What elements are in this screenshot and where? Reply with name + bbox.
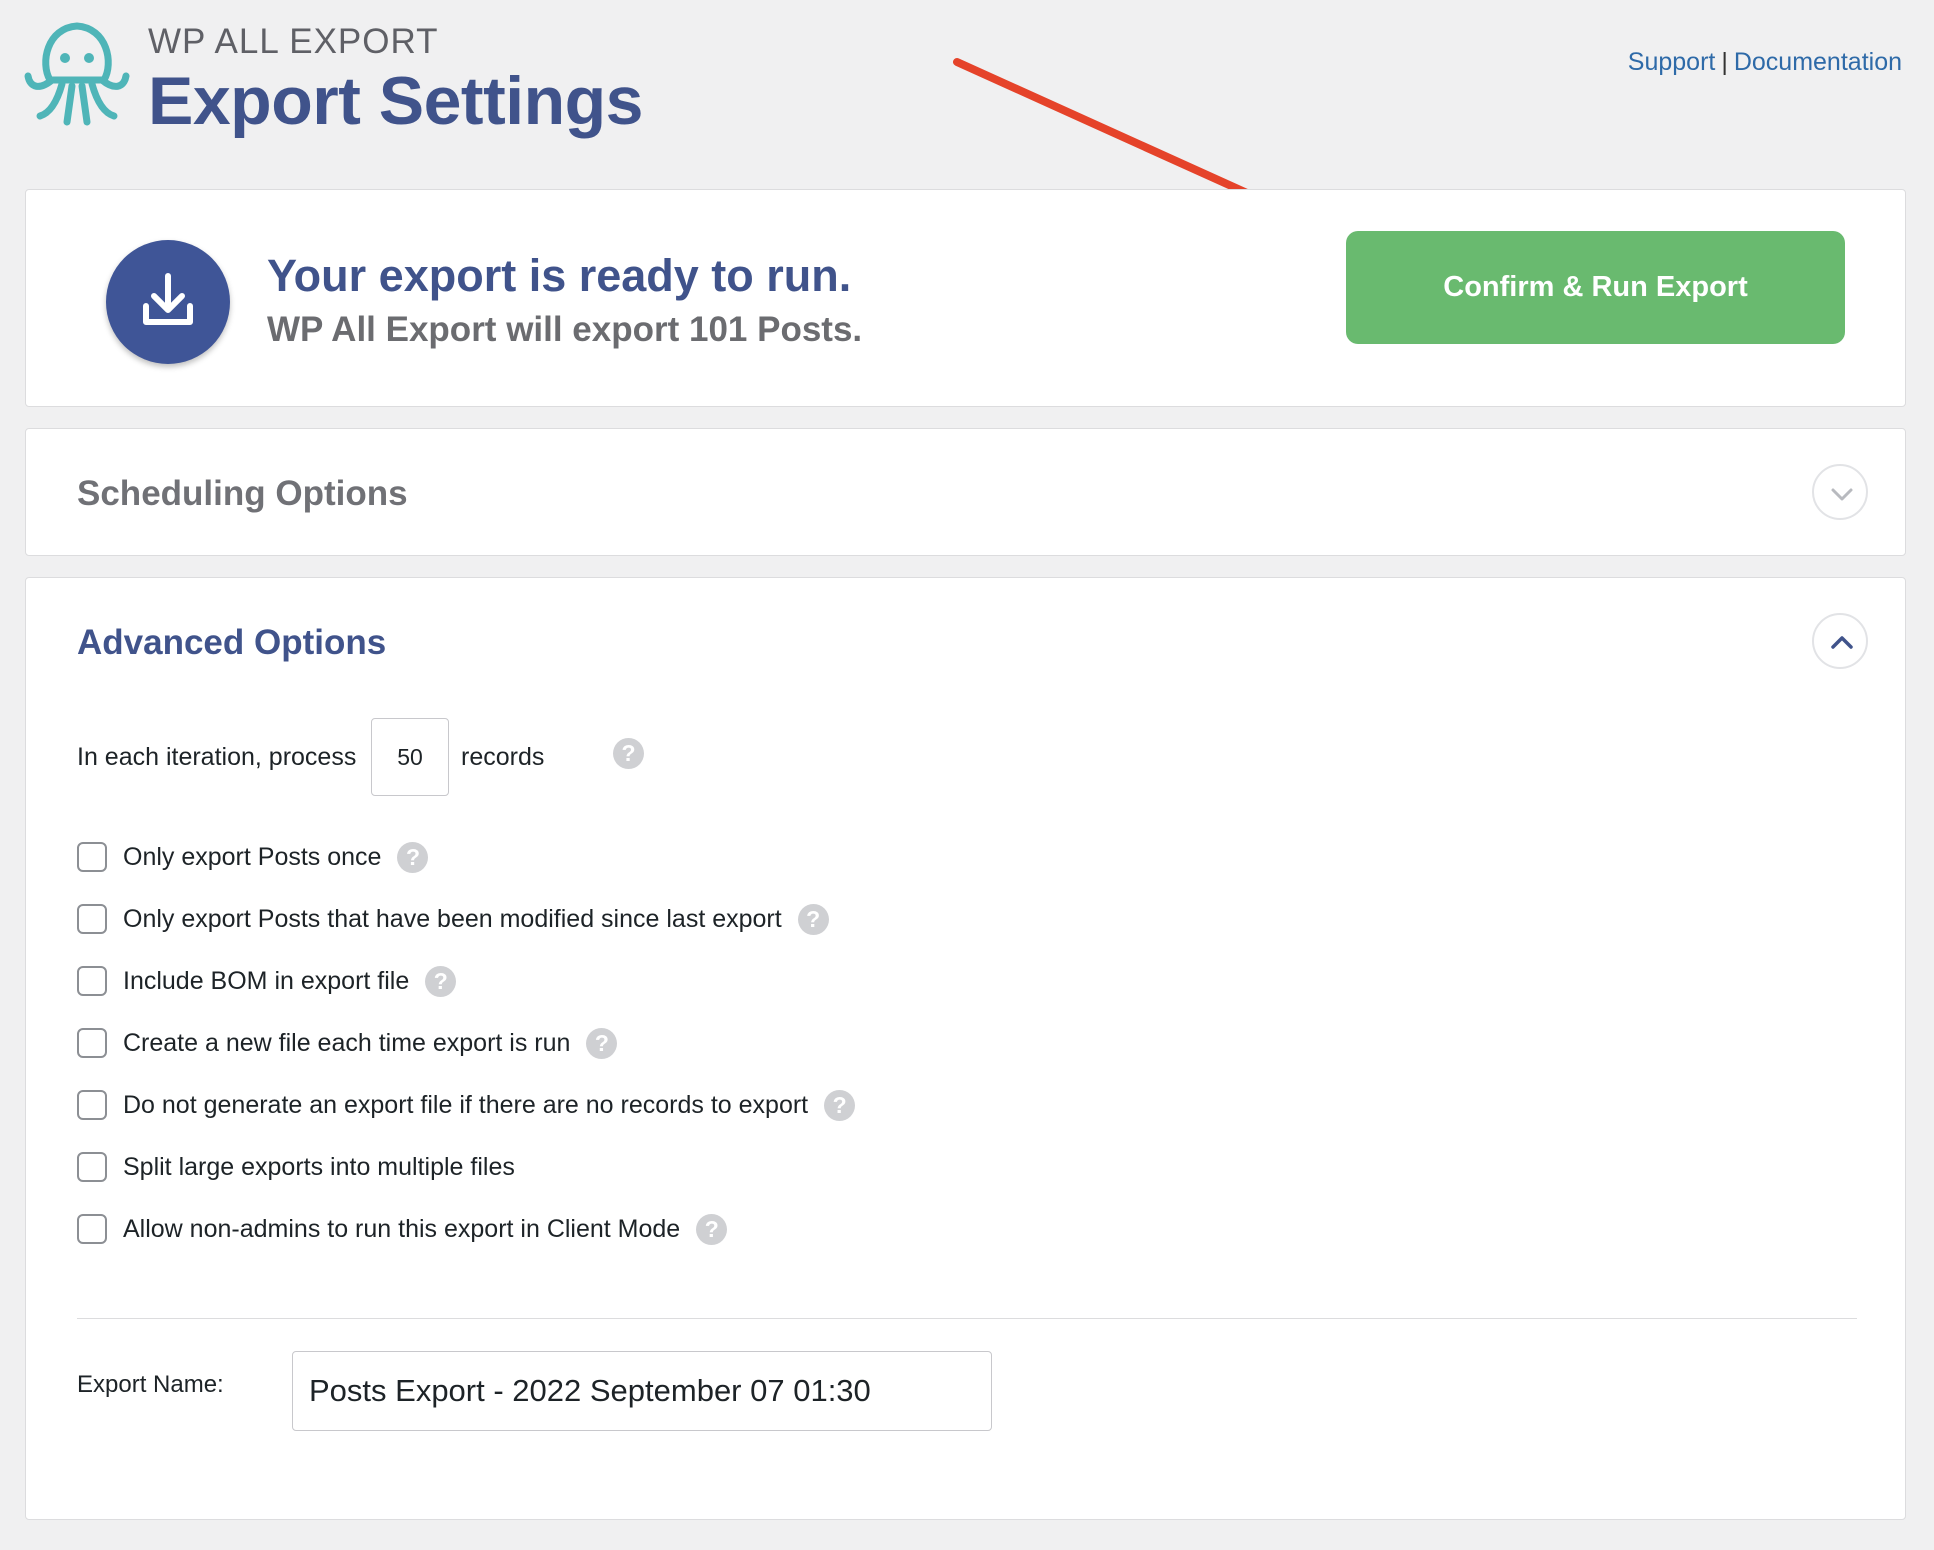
help-icon[interactable]: ? xyxy=(397,841,429,873)
help-icon[interactable]: ? xyxy=(797,903,829,935)
option-label: Allow non-admins to run this export in C… xyxy=(123,1214,681,1243)
option-label: Do not generate an export file if there … xyxy=(123,1090,809,1119)
option-label: Split large exports into multiple files xyxy=(123,1152,515,1181)
option-export-once[interactable]: Only export Posts once ? xyxy=(77,826,855,888)
support-link[interactable]: Support xyxy=(1628,48,1716,76)
checkbox[interactable] xyxy=(77,904,107,934)
option-include-bom[interactable]: Include BOM in export file ? xyxy=(77,950,855,1012)
checkbox[interactable] xyxy=(77,1152,107,1182)
option-modified-since-last[interactable]: Only export Posts that have been modifie… xyxy=(77,888,855,950)
option-label: Only export Posts that have been modifie… xyxy=(123,904,782,933)
documentation-link[interactable]: Documentation xyxy=(1734,48,1902,76)
scheduling-options-panel[interactable]: Scheduling Options xyxy=(25,428,1906,556)
option-label: Only export Posts once xyxy=(123,842,382,871)
scheduling-toggle-button[interactable] xyxy=(1812,464,1868,520)
octopus-logo-icon xyxy=(24,22,130,126)
checkbox[interactable] xyxy=(77,1090,107,1120)
advanced-options-title[interactable]: Advanced Options xyxy=(77,623,386,663)
options-list: Only export Posts once ? Only export Pos… xyxy=(77,826,856,1260)
iteration-label: In each iteration, process xyxy=(77,743,357,771)
ready-subtitle: WP All Export will export 101 Posts. xyxy=(267,310,863,349)
help-icon[interactable]: ? xyxy=(613,738,644,769)
iteration-suffix: records xyxy=(461,743,545,771)
help-icon[interactable]: ? xyxy=(824,1089,856,1121)
help-icon[interactable]: ? xyxy=(696,1213,728,1245)
checkbox[interactable] xyxy=(77,966,107,996)
checkbox[interactable] xyxy=(77,842,107,872)
option-label: Include BOM in export file xyxy=(123,966,410,995)
chevron-down-icon xyxy=(1831,488,1853,501)
section-divider xyxy=(77,1318,1857,1319)
page-header: WP ALL EXPORT Export Settings Support | Do… xyxy=(0,0,1934,180)
help-icon[interactable]: ? xyxy=(425,965,457,997)
help-icon[interactable]: ? xyxy=(586,1027,618,1059)
chevron-up-icon xyxy=(1831,636,1853,649)
export-name-label: Export Name: xyxy=(77,1371,224,1398)
option-label: Create a new file each time export is ru… xyxy=(123,1028,571,1057)
confirm-run-export-button[interactable]: Confirm & Run Export xyxy=(1346,231,1845,344)
page-title: Export Settings xyxy=(148,63,644,139)
scheduling-options-title[interactable]: Scheduling Options xyxy=(77,474,408,514)
option-new-file-each-run[interactable]: Create a new file each time export is ru… xyxy=(77,1012,855,1074)
option-client-mode[interactable]: Allow non-admins to run this export in C… xyxy=(77,1198,855,1260)
link-separator: | xyxy=(1721,48,1728,76)
header-links: Support | Documentation xyxy=(1628,48,1902,77)
export-name-input[interactable]: Posts Export - 2022 September 07 01:30 xyxy=(292,1351,992,1431)
brand-name: WP ALL EXPORT xyxy=(148,22,439,61)
export-ready-panel: Your export is ready to run. WP All Expo… xyxy=(25,189,1906,407)
ready-title: Your export is ready to run. xyxy=(267,250,852,301)
option-split-large-exports[interactable]: Split large exports into multiple files xyxy=(77,1136,855,1198)
download-icon xyxy=(106,240,230,364)
option-no-empty-file[interactable]: Do not generate an export file if there … xyxy=(77,1074,856,1136)
checkbox[interactable] xyxy=(77,1214,107,1244)
checkbox[interactable] xyxy=(77,1028,107,1058)
records-per-iteration-input[interactable] xyxy=(371,718,449,796)
advanced-options-panel: Advanced Options In each iteration, proc… xyxy=(25,577,1906,1520)
advanced-toggle-button[interactable] xyxy=(1812,613,1868,669)
